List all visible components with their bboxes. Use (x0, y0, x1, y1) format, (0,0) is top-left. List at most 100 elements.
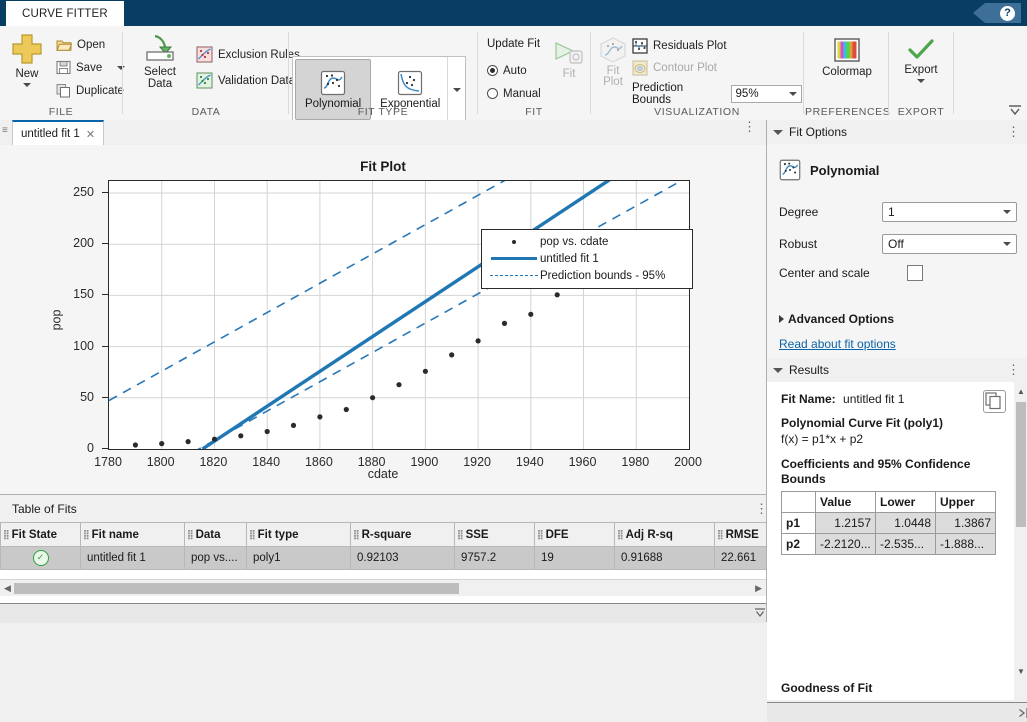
ribbon-separator (888, 32, 889, 114)
fit-plot-button[interactable]: Fit Plot (596, 36, 630, 88)
open-button[interactable]: Open (56, 34, 105, 55)
y-tick-mark (102, 397, 108, 398)
fit-button[interactable]: Fit (551, 40, 587, 80)
fit-name-label: Fit Name: (781, 392, 836, 406)
column-header-fit-name[interactable]: ⣿Fit name (81, 523, 185, 547)
coef-col-upper: Upper (936, 492, 996, 513)
legend-label-data: pop vs. cdate (540, 236, 608, 248)
ribbon-toolbar: New Open (0, 26, 1027, 121)
chevron-down-icon[interactable] (773, 368, 783, 373)
app-tab-curve-fitter[interactable]: CURVE FITTER (6, 1, 124, 26)
chevron-down-icon[interactable] (773, 130, 783, 135)
contour-plot-label: Contour Plot (653, 62, 717, 74)
degree-select[interactable]: 1 (882, 202, 1017, 222)
column-header-adj-r-sq[interactable]: ⣿Adj R-sq (615, 523, 715, 547)
prediction-bounds-select[interactable]: 95% (731, 85, 802, 103)
y-tick-mark (102, 448, 108, 449)
column-header-dfe[interactable]: ⣿DFE (535, 523, 615, 547)
table-row[interactable]: ✓ untitled fit 1 pop vs.... poly1 0.9210… (1, 547, 807, 570)
duplicate-button[interactable]: Duplicate (56, 80, 124, 101)
results-vertical-scrollbar[interactable]: ▲ ▼ (1014, 382, 1027, 700)
residuals-plot-button[interactable]: Residuals Plot (632, 35, 727, 56)
expand-right-icon[interactable] (1016, 707, 1027, 719)
y-tick-100: 100 (58, 339, 94, 353)
curve-fitter-window: CURVE FITTER ? New (0, 0, 1027, 622)
robust-select[interactable]: Off (882, 234, 1017, 254)
column-header-data[interactable]: ⣿Data (185, 523, 247, 547)
copy-icon (56, 83, 71, 98)
center-scale-checkbox[interactable] (907, 265, 923, 281)
table-horizontal-scrollbar[interactable]: ◀ ▶ (0, 579, 766, 596)
ribbon-group-preferences: Colormap PREFERENCES (805, 26, 888, 120)
advanced-options-toggle[interactable]: Advanced Options (779, 312, 894, 326)
robust-row: Robust Off (779, 234, 1017, 254)
ribbon-group-fit: Update Fit Auto Manual Fit FIT (479, 26, 589, 120)
scrollbar-thumb[interactable] (14, 583, 459, 594)
manual-radio[interactable]: Manual (487, 83, 541, 104)
document-tab-untitled-fit-1[interactable]: untitled fit 1 ✕ (12, 120, 104, 146)
cell-fit-type: poly1 (247, 547, 351, 570)
question-mark-icon: ? (1000, 6, 1015, 21)
degree-value: 1 (888, 205, 895, 219)
results-panel: Results ⋮ Fit Name: untitled fit 1 Polyn… (767, 358, 1027, 722)
plot-title: Fit Plot (0, 159, 766, 174)
scroll-right-arrow-icon[interactable]: ▶ (751, 583, 766, 594)
ribbon-group-export: Export EXPORT (890, 26, 952, 120)
y-tick-0: 0 (58, 441, 94, 455)
cell-data: pop vs.... (185, 547, 247, 570)
chevron-down-icon (789, 92, 797, 96)
chevron-down-icon[interactable] (23, 83, 31, 87)
fit-options-title: Fit Options (789, 125, 1007, 139)
valid-check-icon: ✓ (33, 550, 49, 566)
model-title: Polynomial Curve Fit (poly1) (781, 416, 1002, 430)
results-overflow-button[interactable]: ⋮ (1007, 367, 1020, 373)
radio-off-icon (487, 88, 498, 99)
scroll-down-arrow-icon[interactable]: ▼ (1014, 664, 1027, 678)
fit-plot-button-label: Fit Plot (596, 66, 630, 88)
read-about-fit-options-link[interactable]: Read about fit options (779, 337, 896, 351)
new-button[interactable]: New (4, 32, 50, 87)
select-data-button[interactable]: Select Data (134, 34, 186, 90)
scroll-left-arrow-icon[interactable]: ◀ (0, 583, 15, 594)
contour-plot-button[interactable]: Contour Plot (632, 57, 717, 78)
fit-options-overflow-button[interactable]: ⋮ (1007, 129, 1020, 135)
coef-value-p1: 1.2157 (816, 513, 876, 534)
play-triangle-icon (553, 40, 585, 66)
degree-label: Degree (779, 205, 882, 219)
column-header-fit-type[interactable]: ⣿Fit type (247, 523, 351, 547)
y-tick-mark (102, 294, 108, 295)
save-button[interactable]: Save (56, 57, 125, 78)
table-of-fits[interactable]: ⣿Fit State ⣿Fit name ⣿Data ⣿Fit type ⣿R-… (0, 522, 807, 570)
copy-results-button[interactable] (983, 390, 1006, 413)
fit-options-type: Polynomial (779, 159, 879, 181)
help-button[interactable]: ? (973, 3, 1021, 23)
column-header-fit-state[interactable]: ⣿Fit State (1, 523, 81, 547)
scroll-up-arrow-icon[interactable]: ▲ (1014, 384, 1027, 398)
legend-item-data: pop vs. cdate (488, 233, 686, 250)
column-header-sse[interactable]: ⣿SSE (455, 523, 535, 547)
center-scale-label: Center and scale (779, 266, 907, 280)
scrollbar-thumb[interactable] (1016, 402, 1026, 527)
close-icon[interactable]: ✕ (86, 128, 95, 141)
exclusion-rules-button[interactable]: Exclusion Rules (196, 44, 300, 65)
plot-legend[interactable]: pop vs. cdate untitled fit 1 Prediction … (481, 229, 693, 289)
legend-dot-marker (488, 240, 540, 244)
y-tick-mark (102, 243, 108, 244)
collapse-ribbon-icon[interactable] (1008, 105, 1022, 117)
ribbon-group-preferences-label: PREFERENCES (805, 106, 888, 118)
exclusion-rules-icon (196, 46, 213, 63)
plot-axes[interactable]: pop vs. cdate untitled fit 1 Prediction … (108, 180, 690, 450)
chevron-down-icon[interactable] (917, 79, 925, 83)
panel-drag-handle[interactable]: ≡ (2, 126, 8, 135)
document-overflow-button[interactable]: ⋮ (743, 124, 756, 130)
robust-label: Robust (779, 237, 882, 251)
auto-radio[interactable]: Auto (487, 60, 527, 81)
coef-name-p1: p1 (782, 513, 816, 534)
expand-down-icon[interactable] (754, 608, 766, 620)
export-button[interactable]: Export (898, 38, 944, 83)
colormap-button[interactable]: Colormap (822, 38, 872, 78)
column-header-r-square[interactable]: ⣿R-square (351, 523, 455, 547)
validation-data-button[interactable]: Validation Data (196, 70, 295, 91)
ribbon-group-data-label: DATA (124, 106, 288, 118)
ribbon-separator (803, 32, 804, 114)
